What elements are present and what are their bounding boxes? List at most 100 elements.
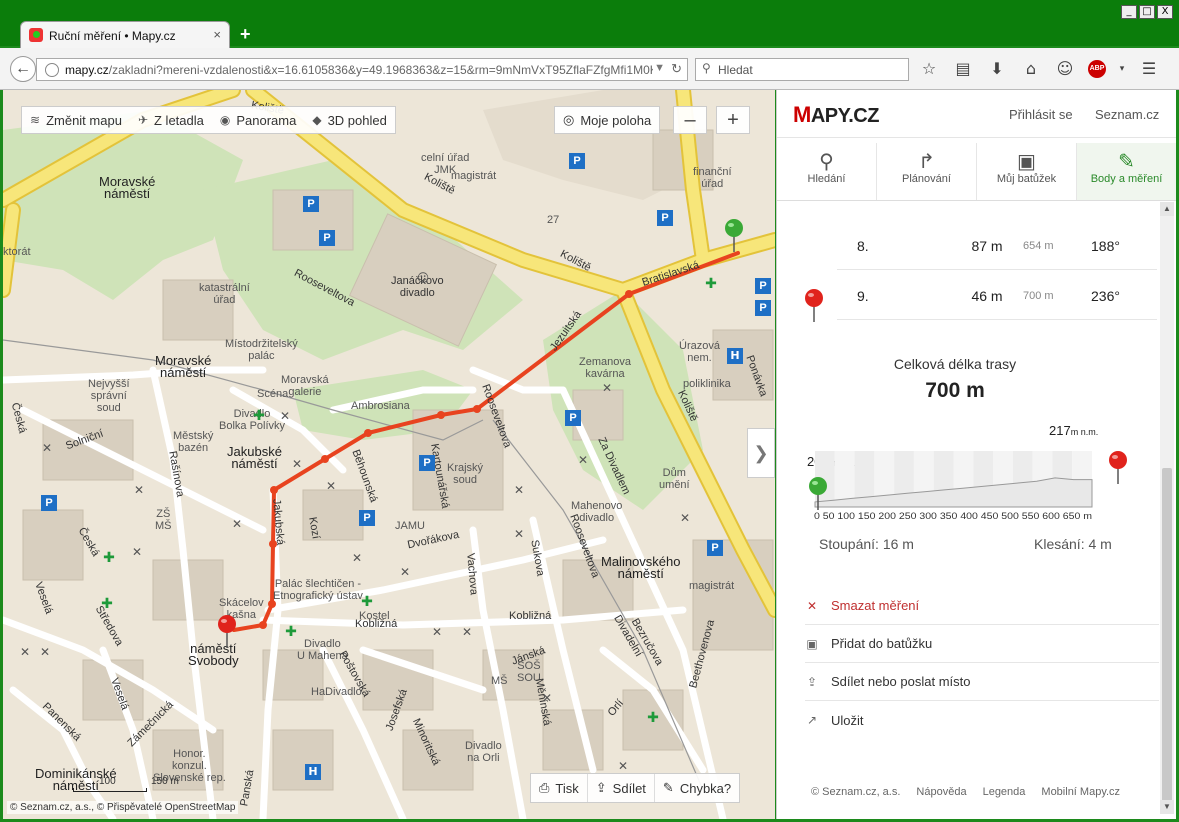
bookmark-star-icon[interactable]: ☆ bbox=[918, 58, 940, 80]
map-copyright[interactable]: © Seznam.cz, a.s., © Přispěvatelé OpenSt… bbox=[7, 801, 239, 814]
restaurant-icon[interactable]: ✕ bbox=[459, 624, 475, 640]
pharmacy-icon[interactable]: ✚ bbox=[359, 594, 375, 610]
restaurant-icon[interactable]: ✕ bbox=[429, 624, 445, 640]
restaurant-icon[interactable]: ✕ bbox=[39, 440, 55, 456]
parking-icon[interactable]: P bbox=[319, 230, 335, 246]
place-label: 27 bbox=[547, 214, 560, 226]
add-to-backpack-button[interactable]: ▣ Přidat do batůžku bbox=[805, 625, 1159, 663]
parking-icon[interactable]: P bbox=[657, 210, 673, 226]
side-scrollbar-thumb[interactable] bbox=[1162, 468, 1172, 808]
parking-icon[interactable]: P bbox=[565, 410, 581, 426]
pharmacy-icon[interactable]: ✚ bbox=[251, 408, 267, 424]
save-button[interactable]: ↗ Uložit bbox=[805, 701, 1159, 739]
share-button[interactable]: ⇪ Sdílet bbox=[588, 774, 655, 802]
parking-icon[interactable]: P bbox=[419, 455, 435, 471]
tab-measure[interactable]: ✎ Body a měření bbox=[1077, 143, 1176, 200]
restaurant-icon[interactable]: ✕ bbox=[323, 478, 339, 494]
back-button[interactable]: ← bbox=[10, 56, 36, 82]
reading-list-icon[interactable]: ▤ bbox=[952, 58, 974, 80]
place-label: finanční úřad bbox=[693, 166, 732, 190]
scroll-up-icon[interactable]: ▲ bbox=[1160, 202, 1174, 216]
menu-icon[interactable]: ☰ bbox=[1138, 58, 1160, 80]
place-label: Ambrosiana bbox=[351, 400, 410, 412]
chat-icon[interactable]: ☺ bbox=[1054, 58, 1076, 80]
parking-icon[interactable]: P bbox=[303, 196, 319, 212]
pharmacy-icon[interactable]: ✚ bbox=[99, 596, 115, 612]
zoom-in-button[interactable]: + bbox=[716, 106, 750, 134]
pharmacy-icon[interactable]: ✚ bbox=[703, 276, 719, 292]
report-error-button[interactable]: ✎ Chybka? bbox=[655, 774, 739, 802]
pharmacy-icon[interactable]: ✚ bbox=[645, 710, 661, 726]
3d-view-button[interactable]: ◆ 3D pohled bbox=[304, 107, 395, 133]
dropdown-arrow-icon[interactable]: ▼ bbox=[654, 62, 665, 74]
restaurant-icon[interactable]: ✕ bbox=[511, 526, 527, 542]
restaurant-icon[interactable]: ✕ bbox=[37, 644, 53, 660]
restaurant-icon[interactable]: ✕ bbox=[539, 690, 555, 706]
hospital-icon[interactable]: H bbox=[305, 764, 321, 780]
minimize-button[interactable]: _ bbox=[1121, 5, 1137, 19]
home-icon[interactable]: ⌂ bbox=[1020, 58, 1042, 80]
search-bar[interactable]: ⚲ Hledat bbox=[695, 58, 909, 81]
scroll-down-icon[interactable]: ▼ bbox=[1160, 800, 1174, 814]
restaurant-icon[interactable]: ✕ bbox=[397, 564, 413, 580]
reload-icon[interactable]: ↻ bbox=[671, 61, 682, 77]
restaurant-icon[interactable]: ✕ bbox=[129, 544, 145, 560]
expand-panel-button[interactable]: ❯ bbox=[747, 428, 775, 478]
tab-close-icon[interactable]: × bbox=[213, 27, 221, 42]
my-location-button[interactable]: ◎ Moje poloha bbox=[554, 106, 661, 134]
legend-link[interactable]: Legenda bbox=[983, 786, 1026, 798]
help-link[interactable]: Nápověda bbox=[916, 786, 966, 798]
download-icon[interactable]: ⬇ bbox=[986, 58, 1008, 80]
restaurant-icon[interactable]: ✕ bbox=[17, 644, 33, 660]
map-canvas[interactable]: Moravské náměstí Moravské náměstí Jakubs… bbox=[3, 90, 775, 819]
pharmacy-icon[interactable]: ✚ bbox=[283, 624, 299, 640]
parking-icon[interactable]: P bbox=[41, 495, 57, 511]
dropdown-icon[interactable]: ▾ bbox=[1118, 58, 1126, 80]
theatre-icon[interactable]: ☺ bbox=[415, 270, 431, 286]
start-pin-icon[interactable] bbox=[723, 218, 745, 252]
close-button[interactable]: X bbox=[1157, 5, 1173, 19]
restaurant-icon[interactable]: ✕ bbox=[677, 510, 693, 526]
search-placeholder: Hledat bbox=[718, 63, 753, 77]
parking-icon[interactable]: P bbox=[755, 278, 771, 294]
print-button[interactable]: ⎙ Tisk bbox=[531, 774, 588, 802]
zoom-out-button[interactable]: – bbox=[673, 106, 707, 134]
new-tab-button[interactable]: + bbox=[240, 24, 251, 45]
restaurant-icon[interactable]: ✕ bbox=[349, 550, 365, 566]
parking-icon[interactable]: P bbox=[359, 510, 375, 526]
tab-search[interactable]: ⚲ Hledání bbox=[777, 143, 877, 200]
restaurant-icon[interactable]: ✕ bbox=[277, 408, 293, 424]
mobile-link[interactable]: Mobilní Mapy.cz bbox=[1041, 786, 1120, 798]
place-label: poliklinika bbox=[683, 378, 731, 390]
save-icon: ↗ bbox=[806, 713, 818, 727]
tab-planning[interactable]: ↱ Plánování bbox=[877, 143, 977, 200]
seznam-link[interactable]: Seznam.cz bbox=[1095, 107, 1159, 122]
restaurant-icon[interactable]: ✕ bbox=[599, 380, 615, 396]
parking-icon[interactable]: P bbox=[707, 540, 723, 556]
hospital-icon[interactable]: H bbox=[727, 348, 743, 364]
change-map-button[interactable]: ≋ Změnit mapu bbox=[22, 107, 130, 133]
adblock-icon[interactable]: ABP bbox=[1088, 60, 1106, 78]
login-link[interactable]: Přihlásit se bbox=[1009, 107, 1073, 122]
restaurant-icon[interactable]: ✕ bbox=[615, 758, 631, 774]
pharmacy-icon[interactable]: ✚ bbox=[101, 550, 117, 566]
end-pin-icon[interactable] bbox=[216, 614, 238, 648]
mapy-logo[interactable]: MAPY.CZ bbox=[793, 102, 879, 128]
restaurant-icon[interactable]: ✕ bbox=[229, 516, 245, 532]
delete-measurement-button[interactable]: ✕ Smazat měření bbox=[805, 587, 1159, 625]
aerial-button[interactable]: ✈ Z letadla bbox=[130, 107, 212, 133]
maximize-button[interactable]: □ bbox=[1139, 5, 1155, 19]
parking-icon[interactable]: P bbox=[569, 153, 585, 169]
restaurant-icon[interactable]: ✕ bbox=[511, 482, 527, 498]
panorama-button[interactable]: ◉ Panorama bbox=[212, 107, 304, 133]
tab-backpack[interactable]: ▣ Můj batůžek bbox=[977, 143, 1077, 200]
browser-tab[interactable]: Ruční měření • Mapy.cz × bbox=[20, 21, 230, 48]
place-label: Úrazová nem. bbox=[679, 340, 720, 364]
parking-icon[interactable]: P bbox=[755, 300, 771, 316]
report-error-label: Chybka? bbox=[679, 780, 732, 796]
restaurant-icon[interactable]: ✕ bbox=[289, 456, 305, 472]
share-place-button[interactable]: ⇪ Sdílet nebo poslat místo bbox=[805, 663, 1159, 701]
restaurant-icon[interactable]: ✕ bbox=[131, 482, 147, 498]
url-bar[interactable]: mapy.cz/zakladni?mereni-vzdalenosti&x=16… bbox=[36, 58, 688, 81]
restaurant-icon[interactable]: ✕ bbox=[575, 452, 591, 468]
